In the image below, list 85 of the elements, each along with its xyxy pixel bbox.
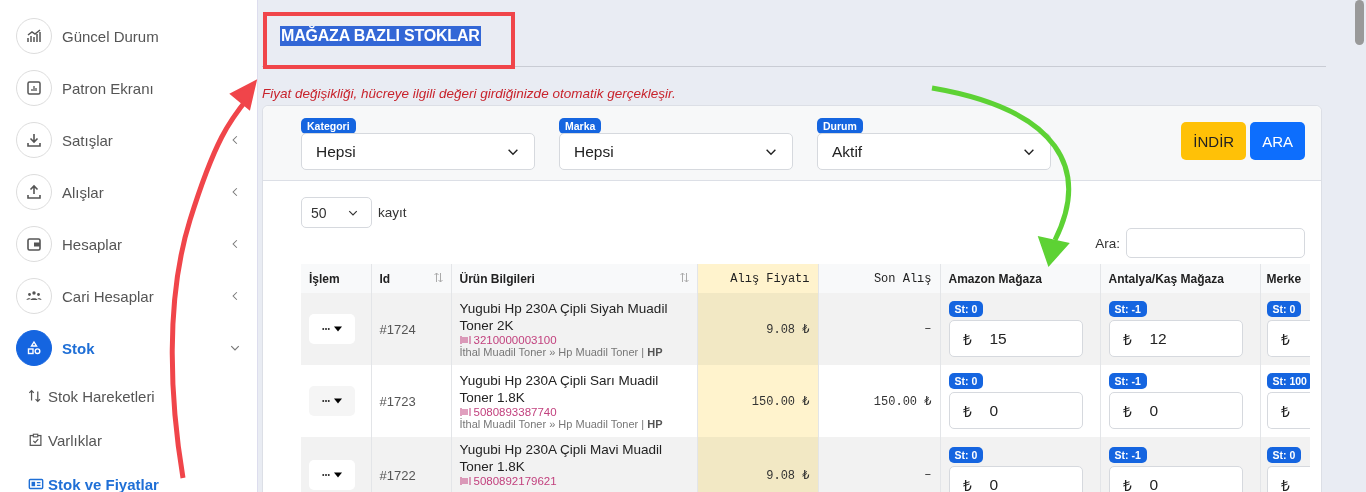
column-header: Merke [1260,264,1310,293]
filter-label: Marka [559,118,602,134]
stock-badge: St: 0 [1266,301,1302,317]
id-cell: #1722 [379,467,416,483]
stock-badge: St: 0 [948,301,984,317]
column-header[interactable]: Id [371,264,451,293]
purchase-price: 150.00 ₺ [751,394,810,409]
submenu-item[interactable]: Varlıklar [0,418,257,462]
page-length-label: kayıt [378,205,407,220]
price-input[interactable]: ₺ 15 [948,320,1083,357]
column-header[interactable]: Ürün Bilgileri [451,264,697,293]
last-purchase: – [924,468,932,482]
sidebar-item[interactable]: Patron Ekranı [0,62,257,114]
sidebar-item[interactable]: Satışlar [0,114,257,166]
caret-icon [334,398,342,404]
stock-badge: St: 0 [948,447,984,463]
sidebar-item[interactable]: Hesaplar [0,218,257,270]
barcode-icon [459,407,471,417]
stock-badge: St: 0 [948,373,984,389]
barcode-text: 5080892179621 [473,475,557,487]
download-button[interactable]: İNDİR [1181,122,1247,160]
price-input[interactable]: ₺ 12 [1108,320,1243,357]
product-name: Yugubi Hp 230A Çipli Mavi Muadil Toner 1.8K [459,441,664,475]
actions-button[interactable] [309,460,355,490]
price-input[interactable]: ₺ [1266,466,1310,492]
info-note: Fiyat değişikliği, hücreye ilgili değeri girdiğinizde otomatik gerçekleşir. [262,85,677,103]
last-purchase: 150.00 ₺ [873,394,932,409]
card-icon [28,476,44,492]
caret-icon [334,472,342,478]
filter-label: Kategori [301,118,356,134]
column-header: İşlem [301,264,371,293]
page-length-select[interactable]: 50 [301,197,372,228]
category-path: İthal Muadil Toner » Hp Muadil Toner | HP [459,418,664,430]
stock-badge: St: -1 [1108,301,1147,317]
barcode-text: 5080893387740 [473,406,557,418]
column-header: Amazon Mağaza [940,264,1100,293]
category-path: İthal Muadil Toner » Hp Muadil Toner | HP [459,346,664,358]
scrollbar-thumb[interactable] [1355,0,1364,45]
shapes-icon [16,330,52,366]
stock-badge: St: 100 [1266,373,1310,389]
purchase-price: 9.08 ₺ [766,322,810,337]
id-cell: #1723 [379,393,416,409]
submenu-item[interactable]: Stok Hareketleri [0,374,257,418]
column-header: Alış Fiyatı [697,264,818,293]
filter-label: Durum [817,118,863,134]
page-title: MAĞAZA BAZLI STOKLAR [280,26,481,46]
stock-badge: St: -1 [1108,447,1147,463]
sidebar-item[interactable]: Cari Hesaplar [0,270,257,322]
sidebar-item[interactable]: Alışlar [0,166,257,218]
search-button[interactable]: ARA [1250,122,1305,160]
search-field[interactable] [1126,228,1305,258]
filter-select[interactable]: Aktif [817,133,1051,170]
price-input[interactable]: ₺ 0 [948,392,1083,429]
sidebar-item[interactable]: Stok [0,322,257,374]
barcode-icon [459,335,471,345]
price-input[interactable]: ₺ [1266,392,1310,429]
filter-select[interactable]: Hepsi [559,133,793,170]
sidebar-item[interactable]: Güncel Durum [0,10,257,62]
price-input[interactable]: ₺ 0 [1108,466,1243,492]
product-name: Yugubi Hp 230A Çipli Sarı Muadil Toner 1.8K [459,372,660,406]
stock-badge: St: -1 [1108,373,1147,389]
purchase-price: 9.08 ₺ [766,468,810,483]
submenu-item[interactable]: Stok ve Fiyatlar [0,462,257,492]
search-label: Ara: [1095,235,1120,251]
dots-icon [322,398,330,404]
sort-icon [679,271,689,283]
price-input[interactable]: ₺ [1266,320,1310,357]
price-input[interactable]: ₺ 0 [1108,392,1243,429]
last-purchase: – [924,322,932,336]
actions-button[interactable] [309,386,355,416]
product-name: Yugubi Hp 230A Çipli Siyah Muadil Toner 2K [459,300,669,334]
column-header: Antalya/Kaş Mağaza [1100,264,1260,293]
clipboard-check-icon [28,432,44,448]
actions-button[interactable] [309,314,355,344]
price-input[interactable]: ₺ 0 [948,466,1083,492]
sort-icon [433,271,443,283]
caret-icon [334,326,342,332]
barcode-icon [459,476,471,486]
column-header: Son Alış [818,264,940,293]
barcode-text: 3210000003100 [473,334,557,346]
dots-icon [322,326,330,332]
stock-badge: St: 0 [1266,447,1302,463]
filter-select[interactable]: Hepsi [301,133,535,170]
dots-icon [322,472,330,478]
id-cell: #1724 [379,321,416,337]
